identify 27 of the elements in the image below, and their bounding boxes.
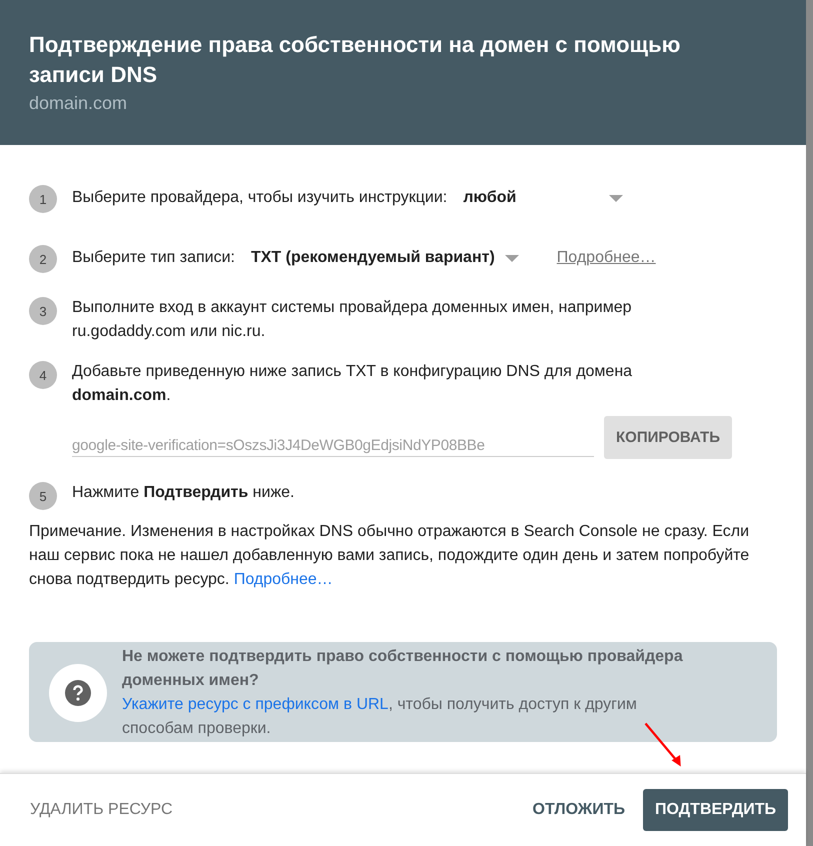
text-button[interactable]: ОТЛОЖИТЬ <box>520 789 638 831</box>
step-text: Выберите тип записи: <box>72 248 235 268</box>
learn-more-link[interactable]: Подробнее… <box>234 571 333 588</box>
step-number: 5 <box>29 482 57 510</box>
dropdown[interactable]: TXT (рекомендуемый вариант) <box>250 243 519 273</box>
step-number: 1 <box>29 185 57 213</box>
step-text: Выберите провайдера, чтобы изучить инструкции: <box>72 188 448 208</box>
step-text: Нажмите Подтвердить ниже. <box>72 483 296 503</box>
text-button[interactable]: УДАЛИТЬ РЕСУРС <box>18 789 185 831</box>
url-prefix-link[interactable]: Укажите ресурс с префиксом в URL <box>122 696 388 713</box>
dialog-subtitle: domain.com <box>29 92 128 115</box>
step-text: Добавьте приведенную ниже запись TXT в конфигурацию DNS для домена domain.com. <box>72 362 634 406</box>
step-number: 3 <box>29 297 57 325</box>
step-text: Выполните вход в аккаунт системы провайдера доменных имен, например ru.godaddy.com или nic.ru. <box>72 298 633 342</box>
step-number: 4 <box>29 361 57 389</box>
learn-more-link[interactable]: Подробнее… <box>556 249 656 267</box>
record-field[interactable]: google-site-verification=sOszsJi3J4DeWGB0gEdjsiNdYP08BBe <box>72 437 594 457</box>
caret-icon <box>504 254 519 262</box>
caret-icon <box>609 194 624 202</box>
copy-button[interactable]: КОПИРОВАТЬ <box>604 416 732 459</box>
dialog-title: Подтверждение права собственности на домен с помощью записи DNS <box>29 31 682 89</box>
step-number: 2 <box>29 245 57 273</box>
hint-text: Укажите ресурс с префиксом в URL, чтобы получить доступ к другим способам проверки. <box>122 695 638 739</box>
dropdown[interactable]: любой <box>463 183 624 213</box>
hint-title: Не можете подтвердить право собственности с помощью провайдера доменных имен? <box>122 647 684 691</box>
confirm-button[interactable]: ПОДТВЕРДИТЬ <box>643 789 788 831</box>
note-text: Примечание. Изменения в настройках DNS обычно отражаются в Search Console не сразу. Если наш сервис пока не нашел добавленную вами запись, подождите один день и затем попробуйте снова подтвердить ресурс. Подробнее… <box>29 522 750 590</box>
